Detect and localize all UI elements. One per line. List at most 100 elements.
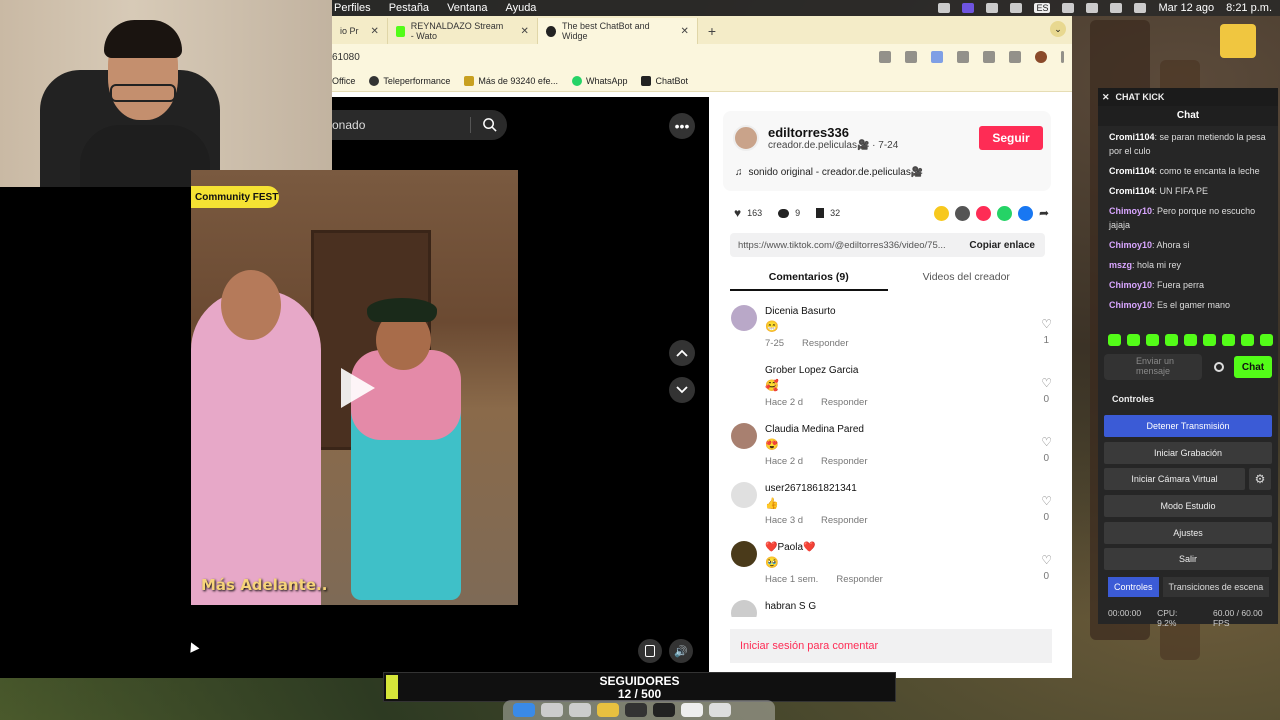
volume-button[interactable]: 🔊 xyxy=(669,639,693,663)
emote-icon[interactable] xyxy=(1108,334,1121,346)
terminal-icon[interactable] xyxy=(653,703,675,717)
comment-author[interactable]: Grober Lopez Garcia xyxy=(765,365,858,376)
emote-icon[interactable] xyxy=(1241,334,1254,346)
comment-author[interactable]: ❤️Paola❤️ xyxy=(765,542,815,553)
search-icon[interactable] xyxy=(1110,3,1123,13)
virtual-camera-settings-button[interactable]: ⚙ xyxy=(1249,468,1271,490)
emote-icon[interactable] xyxy=(1203,334,1216,346)
start-virtual-camera-button[interactable]: Iniciar Cámara Virtual xyxy=(1104,468,1245,490)
tab-controls[interactable]: Controles xyxy=(1108,577,1159,597)
close-icon[interactable]: ✕ xyxy=(1102,92,1110,103)
close-icon[interactable]: ✕ xyxy=(371,26,379,37)
save-button[interactable]: 32 xyxy=(816,208,840,218)
previous-video-button[interactable] xyxy=(669,340,695,366)
comment-author[interactable]: Claudia Medina Pared xyxy=(765,424,864,435)
tab-creator-videos[interactable]: Videos del creador xyxy=(888,267,1046,291)
comments-button[interactable]: 9 xyxy=(778,208,800,218)
gear-icon[interactable] xyxy=(1214,362,1224,372)
emote-icon[interactable] xyxy=(1146,334,1159,346)
wifi-icon[interactable] xyxy=(1086,3,1099,13)
emote-icon[interactable] xyxy=(1165,334,1178,346)
bookmark-office[interactable]: Office xyxy=(332,76,355,86)
repost-icon[interactable] xyxy=(933,205,949,221)
avatar[interactable] xyxy=(731,482,757,508)
folder-icon[interactable] xyxy=(1220,24,1256,58)
avatar[interactable] xyxy=(733,125,759,151)
avatar[interactable] xyxy=(731,600,757,617)
more-options-button[interactable]: ••• xyxy=(669,113,695,139)
heart-icon[interactable]: ♡ xyxy=(1041,435,1052,449)
reply-button[interactable]: Responder xyxy=(802,338,848,349)
chevron-down-icon[interactable]: ⌄ xyxy=(1050,21,1066,37)
heart-icon[interactable]: ♡ xyxy=(1041,494,1052,508)
play-icon[interactable] xyxy=(1062,3,1075,13)
control-center-icon[interactable] xyxy=(1134,3,1147,13)
exit-button[interactable]: Salir xyxy=(1104,548,1272,570)
emote-icon[interactable] xyxy=(1260,334,1273,346)
copy-link-button[interactable]: Copiar enlace xyxy=(969,240,1035,251)
avatar[interactable] xyxy=(731,305,757,331)
obs-status-icon[interactable] xyxy=(938,3,951,13)
screen-icon[interactable] xyxy=(962,3,975,13)
tab-2[interactable]: The best ChatBot and Widge ✕ xyxy=(537,18,698,44)
next-video-button[interactable] xyxy=(669,377,695,403)
emote-icon[interactable] xyxy=(1127,334,1140,346)
embed-icon[interactable] xyxy=(954,205,970,221)
install-icon[interactable] xyxy=(879,51,891,63)
bookmark-teleperformance[interactable]: Teleperformance xyxy=(369,75,450,86)
menu-perfiles[interactable]: Perfiles xyxy=(334,2,371,14)
bookmark-efectivo[interactable]: Más de 93240 efe... xyxy=(464,75,558,86)
sound-row[interactable]: ♫ sonido original - creador.de.peliculas… xyxy=(735,167,923,178)
creator-name[interactable]: ediltorres336 xyxy=(768,125,849,140)
play-icon[interactable] xyxy=(341,368,375,408)
share-arrow-icon[interactable]: ➦ xyxy=(1039,206,1049,220)
heart-icon[interactable]: ♡ xyxy=(1041,553,1052,567)
trash-icon[interactable] xyxy=(709,703,731,717)
heart-icon[interactable]: ♡ xyxy=(1041,317,1052,331)
start-recording-button[interactable]: Iniciar Grabación xyxy=(1104,442,1272,464)
search-input[interactable]: onado xyxy=(332,110,507,140)
emote-icon[interactable] xyxy=(1222,334,1235,346)
finder-icon[interactable] xyxy=(513,703,535,717)
login-to-comment-button[interactable]: Iniciar sesión para comentar xyxy=(730,629,1052,663)
send-chat-button[interactable]: Chat xyxy=(1234,356,1272,378)
follow-button[interactable]: Seguir xyxy=(979,126,1043,150)
search-icon[interactable] xyxy=(482,117,497,132)
menu-kebab-icon[interactable] xyxy=(1061,51,1064,63)
language-indicator[interactable]: ES xyxy=(1034,3,1051,13)
tab-comments[interactable]: Comentarios (9) xyxy=(730,267,888,291)
comment-author[interactable]: Dicenia Basurto xyxy=(765,306,836,317)
like-button[interactable]: ♥ 163 xyxy=(734,206,762,220)
control-icon[interactable] xyxy=(986,3,999,13)
comment-author[interactable]: habran S G xyxy=(765,601,816,612)
tab-1[interactable]: REYNALDAZO Stream - Wato ✕ xyxy=(388,18,538,44)
menu-pestana[interactable]: Pestaña xyxy=(389,2,429,14)
avatar[interactable] xyxy=(731,541,757,567)
video-link-field[interactable]: https://www.tiktok.com/@ediltorres336/vi… xyxy=(730,233,1045,257)
reply-button[interactable]: Responder xyxy=(821,515,867,526)
new-tab-button[interactable]: + xyxy=(698,18,726,44)
launchpad-icon[interactable] xyxy=(541,703,563,717)
send-icon[interactable] xyxy=(975,205,991,221)
menu-ventana[interactable]: Ventana xyxy=(447,2,487,14)
reply-button[interactable]: Responder xyxy=(821,456,867,467)
avatar[interactable] xyxy=(731,423,757,449)
app-icon[interactable] xyxy=(681,703,703,717)
cloud-icon[interactable] xyxy=(1010,3,1023,13)
avatar[interactable] xyxy=(731,364,757,390)
whatsapp-icon[interactable] xyxy=(996,205,1012,221)
settings-button[interactable]: Ajustes xyxy=(1104,522,1272,544)
studio-mode-button[interactable]: Modo Estudio xyxy=(1104,495,1272,517)
profile-avatar[interactable] xyxy=(1035,51,1047,63)
star-icon[interactable] xyxy=(905,51,917,63)
address-bar[interactable]: 61080 xyxy=(332,52,360,63)
tab-0[interactable]: io Pr ✕ xyxy=(332,18,388,44)
extension-counter-icon[interactable] xyxy=(957,51,969,63)
video-frame[interactable]: Más Adelante.. xyxy=(191,170,518,605)
reply-button[interactable]: Responder xyxy=(821,397,867,408)
stop-streaming-button[interactable]: Detener Transmisión xyxy=(1104,415,1272,437)
emote-icon[interactable] xyxy=(1184,334,1197,346)
bookmark-whatsapp[interactable]: WhatsApp xyxy=(571,75,627,86)
settings-icon[interactable] xyxy=(569,703,591,717)
pip-button[interactable] xyxy=(638,639,662,663)
